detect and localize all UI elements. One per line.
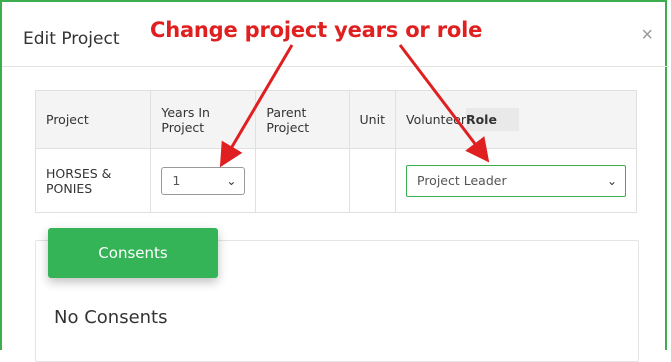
col-volunteer-label: Volunteer [406,112,466,127]
col-role-label: Role [465,108,519,131]
cell-project: HORSES & PONIES [34,148,152,213]
years-select-value: 1 [172,173,181,188]
years-select[interactable]: 1 ⌄ [161,166,246,195]
col-years: Years In Project [150,90,257,149]
consents-button[interactable]: Consents [48,228,218,278]
chevron-down-icon: ⌄ [226,173,237,188]
modal-title: Edit Project [23,29,120,49]
col-project: Project [34,90,152,149]
cell-unit [348,148,397,213]
table-row: HORSES & PONIES 1 ⌄ Project Leader ⌄ [34,148,637,213]
cell-role: Project Leader ⌄ [395,148,637,213]
annotation-callout: Change project years or role [150,18,483,42]
role-select-value: Project Leader [417,173,507,188]
col-volunteer-role: VolunteerRole [395,90,637,149]
cell-years: 1 ⌄ [150,148,257,213]
col-parent-project: Parent Project [255,90,350,149]
role-select[interactable]: Project Leader ⌄ [406,164,626,197]
cell-parent-project [255,148,350,213]
col-unit: Unit [348,90,397,149]
no-consents-text: No Consents [54,307,168,328]
close-icon[interactable]: × [641,24,653,47]
project-table: Project Years In Project Parent Project … [34,90,637,213]
chevron-down-icon: ⌄ [606,173,617,188]
